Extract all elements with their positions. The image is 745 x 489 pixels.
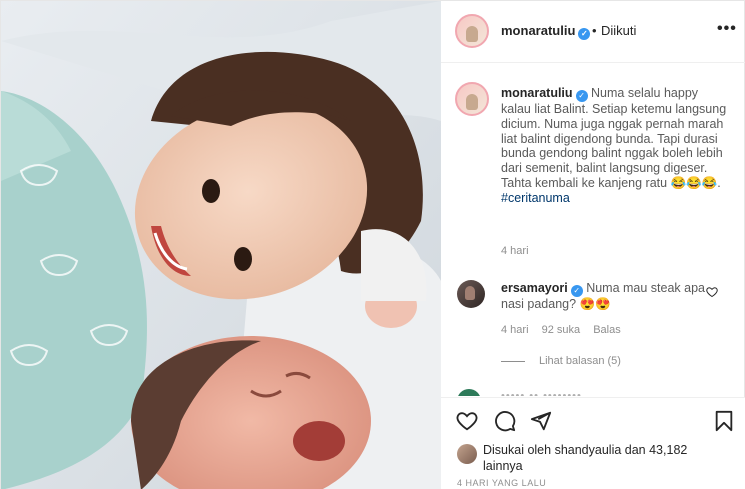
- comments-section[interactable]: monaratuliu ✓ Numa selalu happy kalau lia…: [441, 64, 745, 396]
- view-replies-button[interactable]: Lihat balasan (5): [501, 355, 621, 367]
- likes-text: Disukai oleh shandyaulia dan 43,182 lain…: [483, 442, 713, 474]
- caption-text: Numa selalu happy kalau liat Balint. Set…: [501, 86, 727, 190]
- comment-body: ersamayori ✓ Numa mau steak apa nasi pada…: [501, 281, 706, 312]
- caption-hashtag[interactable]: #ceritanuma: [501, 191, 570, 205]
- likes-user[interactable]: shandyaulia: [555, 443, 622, 457]
- bookmark-icon[interactable]: [713, 410, 735, 432]
- comment-icon[interactable]: [493, 410, 517, 432]
- share-icon[interactable]: [529, 410, 553, 432]
- next-comment-partial: ••••• •• ••••••••: [501, 390, 582, 396]
- caption-username[interactable]: monaratuliu: [501, 86, 573, 100]
- post-timestamp[interactable]: 4 HARI YANG LALU: [457, 478, 546, 488]
- verified-badge-icon: ✓: [575, 90, 588, 102]
- comment-meta: 4 hari 92 suka Balas: [501, 324, 631, 336]
- comment-like-heart-icon[interactable]: [706, 286, 718, 298]
- post-caption: monaratuliu ✓ Numa selalu happy kalau lia…: [501, 86, 729, 206]
- follow-status-button[interactable]: Diikuti: [601, 23, 636, 38]
- heart-icon[interactable]: [455, 410, 479, 432]
- header-separator: •: [592, 23, 597, 38]
- view-replies-label: Lihat balasan (5): [539, 355, 621, 367]
- caption-avatar[interactable]: [455, 82, 489, 116]
- comment-reply-button[interactable]: Balas: [593, 324, 621, 336]
- likes-prefix: Disukai oleh: [483, 443, 552, 457]
- comment-time[interactable]: 4 hari: [501, 324, 529, 336]
- post-header: monaratuliu ✓ • Diikuti •••: [441, 1, 745, 63]
- caption-time[interactable]: 4 hari: [501, 245, 529, 257]
- verified-badge-icon: ✓: [570, 285, 583, 297]
- instagram-post: monaratuliu ✓ • Diikuti ••• monaratuliu ✓ …: [0, 0, 745, 489]
- replies-divider: [501, 360, 525, 362]
- comment-likes[interactable]: 92 suka: [542, 324, 581, 336]
- more-options-icon[interactable]: •••: [717, 21, 737, 37]
- comment-username[interactable]: ersamayori: [501, 281, 568, 295]
- next-commenter-avatar[interactable]: [457, 389, 481, 396]
- author-avatar[interactable]: [455, 14, 489, 48]
- author-username[interactable]: monaratuliu: [501, 23, 575, 38]
- post-side-panel: monaratuliu ✓ • Diikuti ••• monaratuliu ✓ …: [441, 1, 745, 489]
- photo-illustration: [1, 1, 441, 489]
- author-username-wrap[interactable]: monaratuliu ✓: [501, 23, 591, 40]
- commenter-avatar[interactable]: [457, 280, 485, 308]
- post-actions: Disukai oleh shandyaulia dan 43,182 lain…: [441, 397, 745, 489]
- liker-avatar[interactable]: [457, 444, 477, 464]
- verified-badge-icon: ✓: [578, 28, 591, 40]
- post-photo[interactable]: [1, 1, 441, 489]
